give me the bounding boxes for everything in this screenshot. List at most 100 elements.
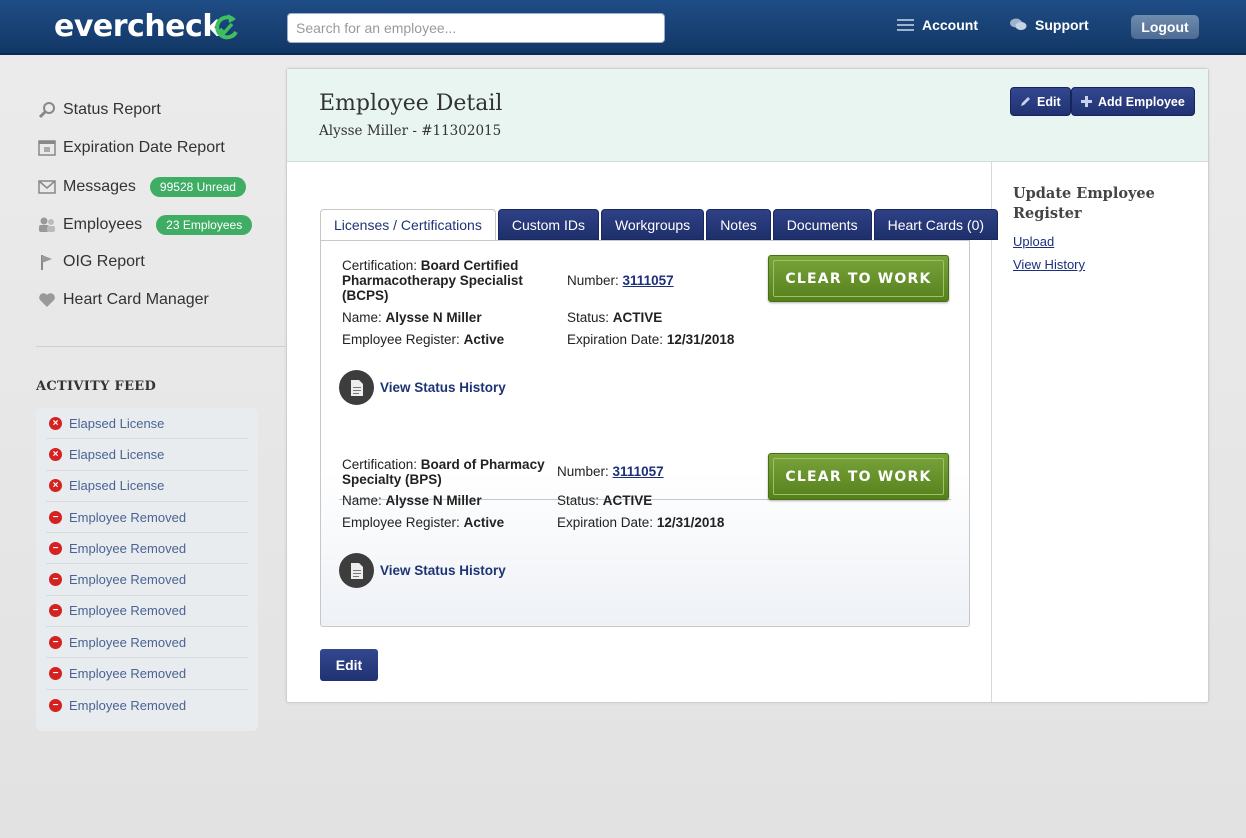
employee-detail-card: Employee Detail Alysse Miller - #1130201… (286, 68, 1209, 703)
feed-item[interactable]: − Employee Removed (46, 658, 248, 690)
clear-to-work-badge: CLEAR TO WORK (768, 453, 949, 500)
tab-notes[interactable]: Notes (706, 209, 771, 240)
view-status-history-link[interactable]: View Status History (339, 370, 506, 405)
employee-search-input[interactable] (287, 13, 665, 43)
feed-item[interactable]: − Employee Removed (46, 596, 248, 628)
clear-to-work-label: CLEAR TO WORK (773, 458, 944, 495)
view-status-history-label: View Status History (380, 380, 506, 395)
field-value: ACTIVE (602, 493, 653, 508)
top-navbar: evercheck Account Support Logout (0, 0, 1246, 55)
minus-circle-icon: − (49, 698, 62, 712)
license-number-link[interactable]: 3111057 (623, 273, 674, 288)
field-value: Active (463, 515, 505, 530)
tab-licenses-certifications[interactable]: Licenses / Certifications (320, 209, 496, 241)
chat-bubbles-icon (1010, 18, 1027, 30)
field-label: Expiration Date: (557, 515, 654, 530)
feed-item[interactable]: − Employee Removed (46, 627, 248, 659)
edit-button[interactable]: Edit (320, 649, 378, 681)
add-employee-label: Add Employee (1098, 94, 1185, 109)
view-status-history-link[interactable]: View Status History (339, 553, 506, 588)
sidebar-item-label: OIG Report (63, 253, 145, 270)
magnifier-icon (38, 102, 55, 118)
sidebar-item-heart-card-manager[interactable]: Heart Card Manager (38, 291, 209, 309)
sidebar-item-label: Status Report (63, 101, 161, 118)
sidebar-item-label: Messages (63, 178, 136, 195)
sidebar-item-employees[interactable]: Employees 23 Employees (38, 215, 253, 235)
upload-link[interactable]: Upload (1013, 234, 1054, 249)
tab-heart-cards[interactable]: Heart Cards (0) (873, 209, 999, 240)
support-label: Support (1035, 17, 1089, 33)
field-label: Name: (342, 493, 382, 508)
minus-circle-icon: − (49, 541, 62, 555)
error-x-icon: × (49, 479, 62, 493)
clear-to-work-badge: CLEAR TO WORK (768, 255, 949, 302)
update-register-title: Update Employee Register (1013, 185, 1155, 222)
view-history-link[interactable]: View History (1013, 257, 1085, 272)
name-field: Name: Alysse N Miller (342, 310, 482, 325)
list-icon (897, 19, 914, 31)
feed-item[interactable]: − Employee Removed (46, 533, 248, 565)
right-column-divider (991, 162, 992, 702)
minus-circle-icon: − (49, 635, 62, 649)
field-value: Alysse N Miller (385, 310, 482, 325)
field-label: Name: (342, 310, 382, 325)
calendar-icon (38, 140, 56, 156)
feed-item-label: Elapsed License (69, 478, 165, 494)
employee-register-field: Employee Register: Active (342, 515, 504, 530)
field-label: Employee Register: (342, 515, 460, 530)
status-field: Status: ACTIVE (557, 493, 652, 508)
error-x-icon: × (49, 416, 62, 430)
view-status-history-label: View Status History (380, 563, 506, 578)
feed-item[interactable]: − Employee Removed (46, 564, 248, 596)
tab-custom-ids[interactable]: Custom IDs (497, 209, 599, 240)
feed-item[interactable]: × Elapsed License (46, 439, 248, 471)
feed-item[interactable]: × Elapsed License (46, 471, 248, 502)
sidebar-item-status-report[interactable]: Status Report (38, 101, 161, 119)
support-link[interactable]: Support (1010, 17, 1089, 33)
field-label: Expiration Date: (567, 332, 664, 347)
sidebar-item-label: Employees (63, 216, 143, 233)
card-header: Employee Detail Alysse Miller - #1130201… (287, 69, 1208, 162)
name-field: Name: Alysse N Miller (342, 493, 482, 508)
feed-item-label: Elapsed License (69, 415, 165, 431)
account-label: Account (922, 17, 978, 33)
tab-workgroups[interactable]: Workgroups (600, 209, 705, 240)
feed-item[interactable]: − Employee Removed (46, 502, 248, 534)
number-field: Number: 3111057 (567, 273, 674, 288)
sidebar-item-expiration-date-report[interactable]: Expiration Date Report (38, 139, 225, 157)
add-employee-button[interactable]: Add Employee (1071, 87, 1195, 116)
license-number-link[interactable]: 3111057 (613, 464, 664, 479)
certification-field: Certification: Board Certified Pharmacot… (342, 258, 547, 303)
feed-item-label: Employee Removed (69, 634, 187, 650)
people-icon (39, 217, 55, 232)
page-title: Employee Detail (319, 91, 503, 116)
activity-feed-title: ACTIVITY FEED (36, 379, 157, 394)
edit-employee-button[interactable]: Edit (1010, 87, 1071, 116)
pencil-icon (1021, 97, 1030, 106)
field-label: Employee Register: (342, 332, 460, 347)
sidebar-item-label: Heart Card Manager (63, 291, 209, 308)
feed-item-label: Employee Removed (69, 540, 187, 556)
field-label: Certification: (342, 258, 418, 273)
heart-icon (39, 293, 55, 307)
account-link[interactable]: Account (897, 17, 978, 33)
envelope-icon (38, 180, 56, 194)
feed-item[interactable]: − Employee Removed (46, 690, 248, 721)
document-icon (339, 553, 374, 588)
minus-circle-icon: − (49, 510, 62, 524)
tab-documents[interactable]: Documents (772, 209, 872, 240)
feed-item[interactable]: × Elapsed License (46, 408, 248, 440)
feed-item-label: Employee Removed (69, 603, 187, 619)
evercheck-logo[interactable]: evercheck (54, 9, 222, 44)
logout-button[interactable]: Logout (1131, 15, 1199, 39)
document-icon (339, 370, 374, 405)
sidebar-item-messages[interactable]: Messages 99528 Unread (38, 177, 246, 197)
clear-to-work-label: CLEAR TO WORK (773, 260, 944, 297)
certification-field: Certification: Board of Pharmacy Special… (342, 457, 547, 487)
field-label: Status: (567, 310, 610, 325)
expiration-date-field: Expiration Date: 12/31/2018 (567, 332, 734, 347)
licenses-panel: Certification: Board Certified Pharmacot… (320, 240, 970, 627)
sidebar-item-oig-report[interactable]: OIG Report (38, 253, 145, 271)
feed-item-label: Employee Removed (69, 697, 187, 713)
field-value: ACTIVE (612, 310, 663, 325)
